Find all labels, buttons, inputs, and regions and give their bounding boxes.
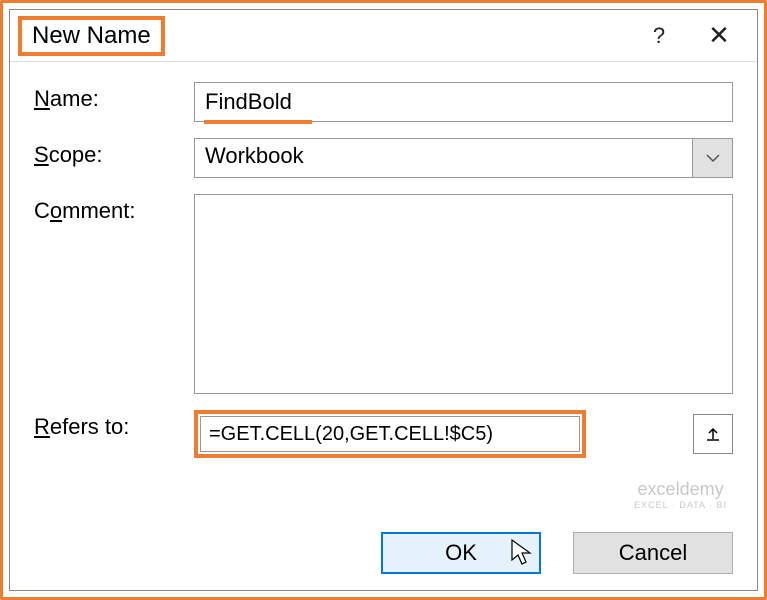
collapse-icon xyxy=(705,426,721,442)
ok-label: OK xyxy=(445,540,477,566)
name-label: Name: xyxy=(34,82,174,112)
scope-dropdown-button[interactable] xyxy=(693,138,733,178)
chevron-down-icon xyxy=(706,154,720,162)
comment-label: Comment: xyxy=(34,194,174,224)
comment-row: Comment: xyxy=(34,194,733,394)
cancel-label: Cancel xyxy=(619,540,687,566)
scope-label: Scope: xyxy=(34,138,174,168)
help-button[interactable]: ? xyxy=(629,14,689,58)
close-icon: ✕ xyxy=(708,20,730,51)
refers-input[interactable] xyxy=(200,416,580,452)
name-row: Name: xyxy=(34,82,733,122)
refers-row: Refers to: xyxy=(34,410,733,458)
name-field-wrap xyxy=(194,82,733,122)
ok-button[interactable]: OK xyxy=(381,532,541,574)
name-input[interactable] xyxy=(194,82,733,122)
close-button[interactable]: ✕ xyxy=(689,14,749,58)
help-icon: ? xyxy=(653,23,665,49)
new-name-dialog: New Name ? ✕ Name: Scope: Workbook xyxy=(9,9,758,591)
dialog-title: New Name xyxy=(18,16,165,56)
highlight-frame: New Name ? ✕ Name: Scope: Workbook xyxy=(0,0,767,600)
scope-select[interactable]: Workbook xyxy=(194,138,733,178)
scope-row: Scope: Workbook xyxy=(34,138,733,178)
refers-highlight xyxy=(194,410,586,458)
scope-value: Workbook xyxy=(194,138,693,178)
refers-label: Refers to: xyxy=(34,410,174,440)
dialog-body: Name: Scope: Workbook Comment: xyxy=(10,62,757,524)
collapse-dialog-button[interactable] xyxy=(693,414,733,454)
titlebar: New Name ? ✕ xyxy=(10,10,757,62)
refers-wrap xyxy=(194,410,733,458)
comment-textarea[interactable] xyxy=(194,194,733,394)
button-row: OK Cancel xyxy=(10,524,757,590)
cancel-button[interactable]: Cancel xyxy=(573,532,733,574)
